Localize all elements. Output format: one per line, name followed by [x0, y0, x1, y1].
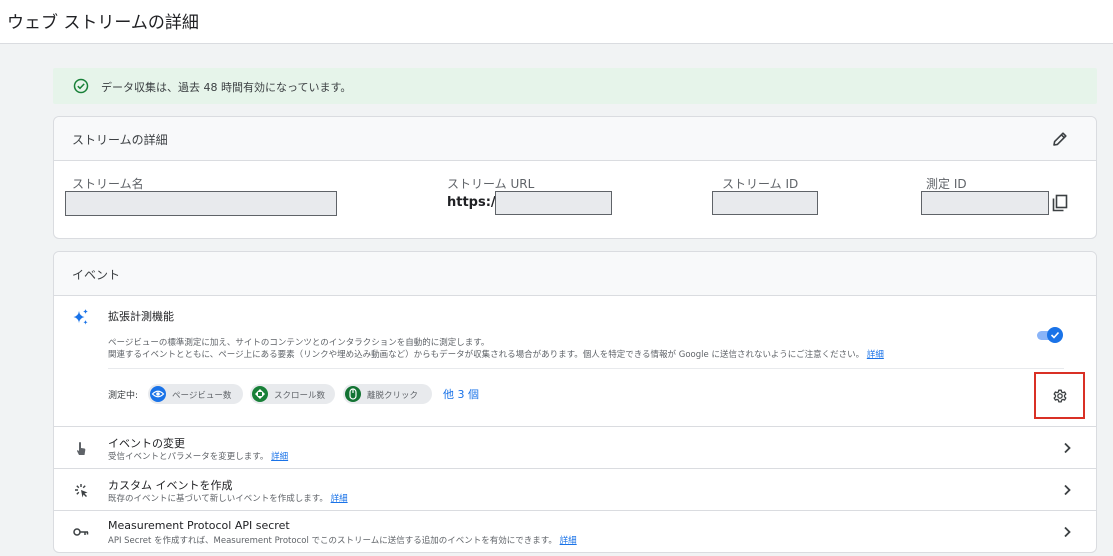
row-title: イベントの変更 — [108, 437, 185, 450]
stream-id-value-redacted — [712, 191, 818, 215]
chip-outbound-clicks: 離脱クリック — [343, 384, 432, 404]
measuring-label: 測定中: — [108, 391, 139, 401]
learn-more-link[interactable]: 詳細 — [271, 452, 288, 462]
row-subtitle-text: API Secret を作成すれば、Measurement Protocol で… — [108, 536, 557, 546]
copy-icon[interactable] — [1051, 193, 1069, 213]
chip-label: スクロール数 — [274, 391, 326, 401]
data-collection-alert: データ収集は、過去 48 時間有効になっています。 — [53, 68, 1097, 104]
sparkle-icon — [73, 309, 88, 325]
events-card: イベント 拡張計測機能 ページビューの標準測定に加え、サイトのコンテンツとのイン… — [53, 251, 1097, 553]
row-subtitle: 既存のイベントに基づいて新しいイベントを作成します。 詳細 — [108, 492, 348, 504]
learn-more-link[interactable]: 詳細 — [560, 536, 577, 546]
stream-url-label: ストリーム URL — [447, 177, 535, 191]
stream-name-value-redacted — [65, 191, 337, 216]
measurement-id-value-redacted — [921, 191, 1049, 215]
row-subtitle: API Secret を作成すれば、Measurement Protocol で… — [108, 534, 577, 546]
chip-label: 離脱クリック — [367, 391, 419, 401]
learn-more-link[interactable]: 詳細 — [331, 494, 348, 504]
chevron-right-icon — [1064, 442, 1071, 454]
gear-icon — [1053, 389, 1067, 403]
stream-id-label: ストリーム ID — [722, 177, 799, 191]
enhanced-measurement-toggle[interactable] — [1037, 327, 1063, 343]
row-subtitle-text: 受信イベントとパラメータを変更します。 — [108, 452, 269, 462]
events-title: イベント — [72, 268, 121, 282]
stream-name-label: ストリーム名 — [72, 177, 144, 191]
divider — [108, 368, 1064, 369]
row-measurement-protocol[interactable]: Measurement Protocol API secret API Secr… — [54, 510, 1096, 552]
eye-icon — [150, 386, 166, 402]
row-title: Measurement Protocol API secret — [108, 519, 290, 532]
touch-hand-icon — [77, 442, 86, 455]
top-bar: ウェブ ストリームの詳細 — [0, 0, 1113, 44]
desc-2-text: 関連するイベントとともに、ページ上にある要素（リンクや埋め込み動画など）からもデ… — [108, 350, 865, 360]
row-subtitle-text: 既存のイベントに基づいて新しいイベントを作成します。 — [108, 494, 328, 504]
custom-event-sparkle-icon — [75, 484, 88, 498]
edit-pencil-icon[interactable] — [1050, 129, 1070, 149]
enhanced-measurement-desc-2: 関連するイベントとともに、ページ上にある要素（リンクや埋め込み動画など）からもデ… — [108, 348, 884, 360]
stream-details-header: ストリームの詳細 — [54, 117, 1096, 161]
row-title: カスタム イベントを作成 — [108, 479, 233, 492]
check-circle-icon — [73, 78, 89, 94]
check-icon — [1050, 331, 1060, 339]
chip-page-views: ページビュー数 — [148, 384, 243, 404]
chip-scrolls: スクロール数 — [250, 384, 335, 404]
more-events-link[interactable]: 他 3 個 — [443, 386, 479, 402]
settings-gear-button[interactable] — [1034, 372, 1085, 419]
page-title: ウェブ ストリームの詳細 — [7, 13, 199, 33]
chevron-right-icon — [1064, 484, 1071, 496]
row-create-custom-event[interactable]: カスタム イベントを作成 既存のイベントに基づいて新しいイベントを作成します。 … — [54, 468, 1096, 510]
scroll-icon — [252, 386, 268, 402]
stream-details-card: ストリームの詳細 ストリーム名 ストリーム URL https:// ストリーム… — [53, 116, 1097, 239]
enhanced-measurement-title: 拡張計測機能 — [108, 310, 174, 323]
mouse-icon — [345, 386, 361, 402]
events-header: イベント — [54, 252, 1096, 296]
measurement-id-label: 測定 ID — [926, 177, 967, 191]
stream-url-prefix: https:// — [447, 195, 501, 210]
row-subtitle: 受信イベントとパラメータを変更します。 詳細 — [108, 450, 288, 462]
learn-more-link[interactable]: 詳細 — [867, 350, 884, 360]
chip-label: ページビュー数 — [172, 391, 232, 401]
stream-details-title: ストリームの詳細 — [72, 133, 168, 147]
key-icon — [73, 528, 89, 536]
stream-url-value-redacted — [495, 191, 612, 215]
chevron-right-icon — [1064, 526, 1071, 538]
toggle-knob — [1047, 327, 1063, 343]
alert-text: データ収集は、過去 48 時間有効になっています。 — [101, 81, 352, 94]
enhanced-measurement-desc-1: ページビューの標準測定に加え、サイトのコンテンツとのインタラクションを自動的に測… — [108, 338, 490, 348]
row-modify-events[interactable]: イベントの変更 受信イベントとパラメータを変更します。 詳細 — [54, 426, 1096, 468]
